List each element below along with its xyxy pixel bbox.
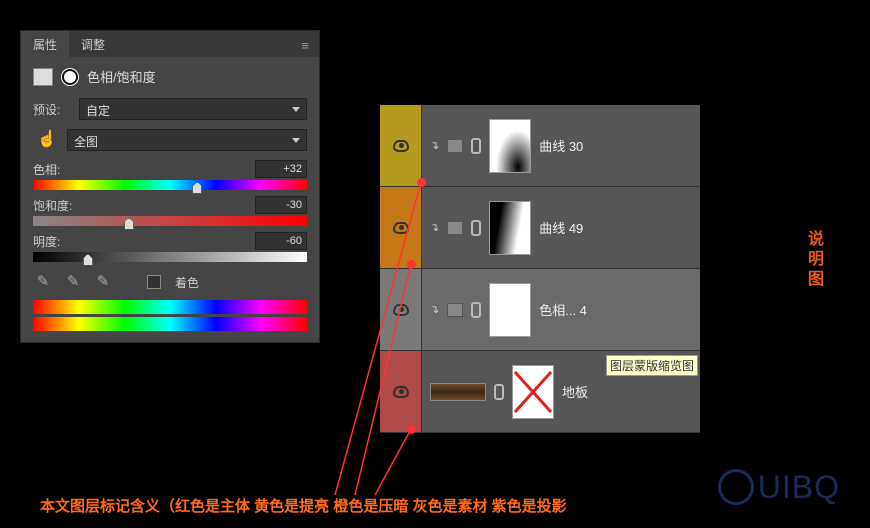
colorize-checkbox[interactable] <box>147 275 161 289</box>
link-icon[interactable] <box>471 138 481 154</box>
clip-icon: ↴ <box>430 139 439 152</box>
marker-dot <box>407 260 416 269</box>
preset-label: 预设: <box>33 101 73 118</box>
visibility-icon[interactable] <box>393 386 409 398</box>
hue-thumb[interactable] <box>192 182 202 194</box>
eyedropper-add-icon[interactable]: ✎ <box>63 272 83 292</box>
clip-icon: ↴ <box>430 303 439 316</box>
colorize-label: 着色 <box>175 274 199 291</box>
mask-icon <box>61 68 79 86</box>
saturation-label: 饱和度: <box>33 197 72 214</box>
adjustment-thumb-icon <box>447 303 463 317</box>
adjustment-title: 色相/饱和度 <box>87 67 156 86</box>
mask-tooltip: 图层蒙版缩览图 <box>606 355 698 376</box>
eyedropper-icon[interactable]: ✎ <box>33 272 53 292</box>
hue-slider[interactable] <box>33 180 307 190</box>
adjustment-thumb-icon <box>447 139 463 153</box>
targeted-adjust-icon[interactable]: ☝ <box>33 128 61 152</box>
layer-name[interactable]: 曲线 49 <box>539 218 583 237</box>
layer-mask-thumb[interactable] <box>489 283 531 337</box>
layer-pixel-thumb[interactable] <box>430 383 486 401</box>
watermark: UIBQ <box>718 469 840 508</box>
adjustment-header: 色相/饱和度 <box>33 67 307 86</box>
layer-row[interactable]: 地板 图层蒙版缩览图 <box>380 351 700 433</box>
layer-name[interactable]: 色相... 4 <box>539 300 587 319</box>
range-row: ☝ 全图 <box>33 128 307 152</box>
eyedropper-row: ✎ ✎ ✎ 着色 <box>33 272 307 292</box>
saturation-value[interactable] <box>255 196 307 214</box>
link-icon[interactable] <box>494 384 504 400</box>
layer-name[interactable]: 曲线 30 <box>539 136 583 155</box>
range-select[interactable]: 全图 <box>67 129 307 151</box>
side-note: 说明图 <box>801 230 825 290</box>
panel-body: 色相/饱和度 预设: 自定 ☝ 全图 色相: 饱和度: <box>21 57 319 342</box>
layer-row[interactable]: ↴ 色相... 4 <box>380 269 700 351</box>
adjustment-thumb-icon <box>447 221 463 235</box>
tab-adjust[interactable]: 调整 <box>69 31 117 57</box>
hue-strip-top <box>33 300 307 314</box>
lightness-thumb[interactable] <box>83 254 93 266</box>
layer-row[interactable]: ↴ 曲线 30 <box>380 105 700 187</box>
panel-tabs: 属性 调整 ≡ <box>21 31 319 57</box>
layer-mask-thumb[interactable] <box>489 119 531 173</box>
saturation-thumb[interactable] <box>124 218 134 230</box>
lightness-slider[interactable] <box>33 252 307 262</box>
preset-row: 预设: 自定 <box>33 98 307 120</box>
lightness-label: 明度: <box>33 233 60 250</box>
visibility-icon[interactable] <box>393 222 409 234</box>
saturation-slider[interactable] <box>33 216 307 226</box>
layer-color-tag[interactable] <box>380 269 422 350</box>
link-icon[interactable] <box>471 220 481 236</box>
hue-slider-row: 色相: <box>33 160 307 190</box>
visibility-icon[interactable] <box>393 140 409 152</box>
preset-select[interactable]: 自定 <box>79 98 307 120</box>
lightness-value[interactable] <box>255 232 307 250</box>
hue-label: 色相: <box>33 161 60 178</box>
adjustment-type-icon <box>33 68 53 86</box>
panel-menu-icon[interactable]: ≡ <box>291 31 319 57</box>
layer-row[interactable]: ↴ 曲线 49 <box>380 187 700 269</box>
saturation-slider-row: 饱和度: <box>33 196 307 226</box>
layer-mask-thumb[interactable] <box>512 365 554 419</box>
layer-mask-thumb[interactable] <box>489 201 531 255</box>
marker-dot <box>407 425 416 434</box>
layers-list: ↴ 曲线 30 ↴ 曲线 49 ↴ 色相... 4 <box>380 105 700 433</box>
hue-strip-bottom <box>33 317 307 331</box>
link-icon[interactable] <box>471 302 481 318</box>
layer-color-tag[interactable] <box>380 187 422 268</box>
marker-dot <box>417 178 426 187</box>
eyedropper-subtract-icon[interactable]: ✎ <box>93 272 113 292</box>
layer-color-tag[interactable] <box>380 351 422 432</box>
lightness-slider-row: 明度: <box>33 232 307 262</box>
visibility-icon[interactable] <box>393 304 409 316</box>
clip-icon: ↴ <box>430 221 439 234</box>
hue-value[interactable] <box>255 160 307 178</box>
tab-properties[interactable]: 属性 <box>21 31 69 57</box>
layer-color-tag[interactable] <box>380 105 422 186</box>
properties-panel: 属性 调整 ≡ 色相/饱和度 预设: 自定 ☝ 全图 色相: <box>20 30 320 343</box>
layer-name[interactable]: 地板 <box>562 382 588 401</box>
